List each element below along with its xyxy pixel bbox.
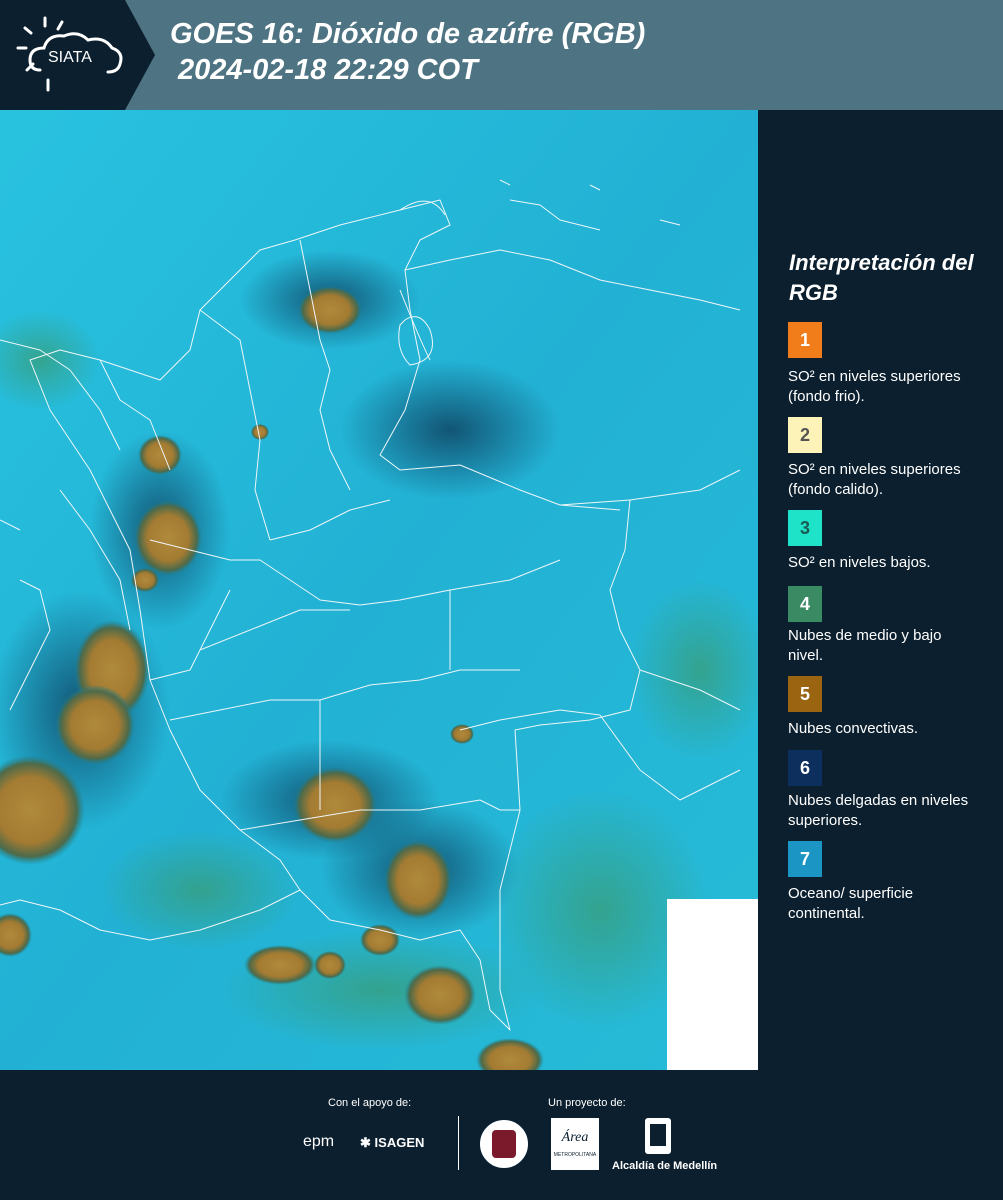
area-logo-text: Área xyxy=(561,1130,589,1145)
blank-region xyxy=(667,899,758,1070)
legend-swatch-5: 5 xyxy=(788,676,822,712)
isagen-text: ISAGEN xyxy=(374,1135,425,1150)
legend-panel: Interpretación del RGB 1 SO² en niveles … xyxy=(758,110,1003,1070)
legend-swatch-2: 2 xyxy=(788,417,822,453)
footer-bar: Con el apoyo de: Un proyecto de: epm ✱ I… xyxy=(0,1070,1003,1200)
project-label: Un proyecto de: xyxy=(548,1097,626,1109)
area-logo-subtext: METROPOLITANA xyxy=(553,1152,597,1158)
legend-swatch-1: 1 xyxy=(788,322,822,358)
legend-text-5: Nubes convectivas. xyxy=(788,720,919,737)
page-title: GOES 16: Dióxido de azúfre (RGB) 2024-02… xyxy=(170,16,645,88)
legend-swatch-6: 6 xyxy=(788,750,822,786)
header-bar: SIATA GOES 16: Dióxido de azúfre (RGB) 2… xyxy=(0,0,1003,110)
legend-swatch-3: 3 xyxy=(788,510,822,546)
legend-text-6: Nubes delgadas en niveles superiores. xyxy=(788,792,969,829)
isagen-icon: ✱ xyxy=(360,1135,371,1150)
legend-text-7: Oceano/ superficie continental. xyxy=(788,885,914,922)
isagen-logo: ✱ ISAGEN xyxy=(360,1135,424,1151)
alcaldia-label: Alcaldía de Medellín xyxy=(612,1160,718,1172)
medellin-seal-icon xyxy=(478,1118,530,1170)
title-line-1: GOES 16: Dióxido de azúfre (RGB) xyxy=(170,18,646,50)
footer-divider xyxy=(458,1116,459,1170)
legend-swatch-4: 4 xyxy=(788,586,822,622)
legend-swatch-7: 7 xyxy=(788,841,822,877)
title-line-2: 2024-02-18 22:29 COT xyxy=(178,54,478,86)
legend-text-1: SO² en niveles superiores (fondo frio). xyxy=(788,368,961,405)
legend-text-2: SO² en niveles superiores (fondo calido)… xyxy=(788,461,961,498)
epm-logo: epm xyxy=(303,1133,335,1150)
siata-logo-text: SIATA xyxy=(48,49,92,66)
legend-text-3: SO² en niveles bajos. xyxy=(788,554,931,571)
area-metropolitana-logo: Área METROPOLITANA xyxy=(551,1118,599,1170)
legend-title: Interpretación del RGB xyxy=(789,250,974,305)
legend-text-4: Nubes de medio y bajo nivel. xyxy=(788,627,942,664)
satellite-map[interactable] xyxy=(0,110,758,1070)
support-label: Con el apoyo de: xyxy=(328,1097,412,1109)
alcaldia-crest-icon xyxy=(645,1118,671,1154)
siata-logo: SIATA xyxy=(0,0,155,110)
